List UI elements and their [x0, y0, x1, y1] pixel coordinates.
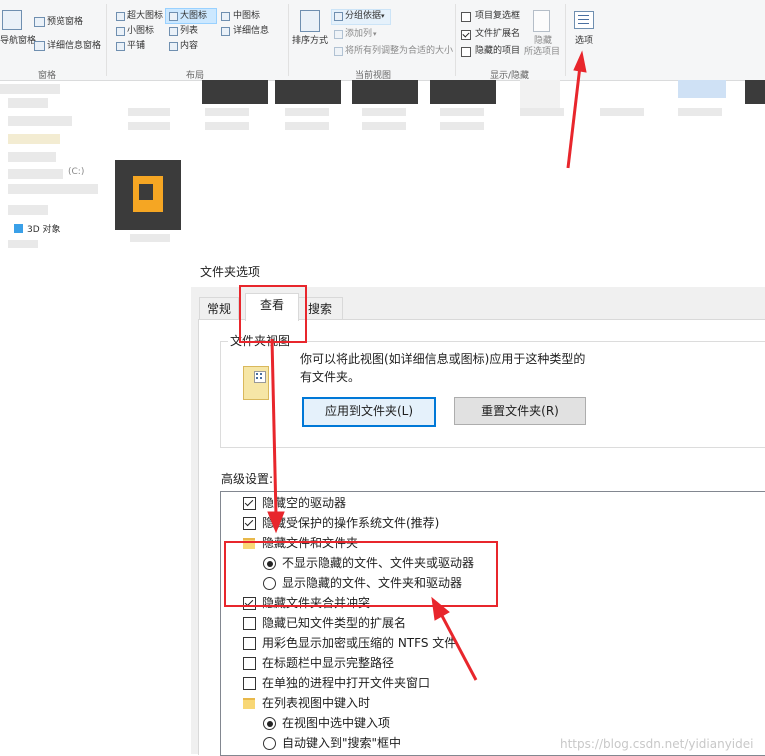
annotation-arrow-options [566, 65, 582, 169]
annotation-arrows [267, 50, 587, 681]
annotation-arrowhead [267, 511, 285, 534]
annotation-arrowhead [431, 596, 450, 621]
annotation-arrowhead [573, 50, 587, 73]
annotation-arrow-view [270, 338, 278, 517]
tab-view[interactable]: 查看 [245, 293, 299, 321]
watermark: https://blog.csdn.net/yidianyidei [560, 737, 754, 751]
annotation-arrow-hidden [438, 611, 478, 681]
